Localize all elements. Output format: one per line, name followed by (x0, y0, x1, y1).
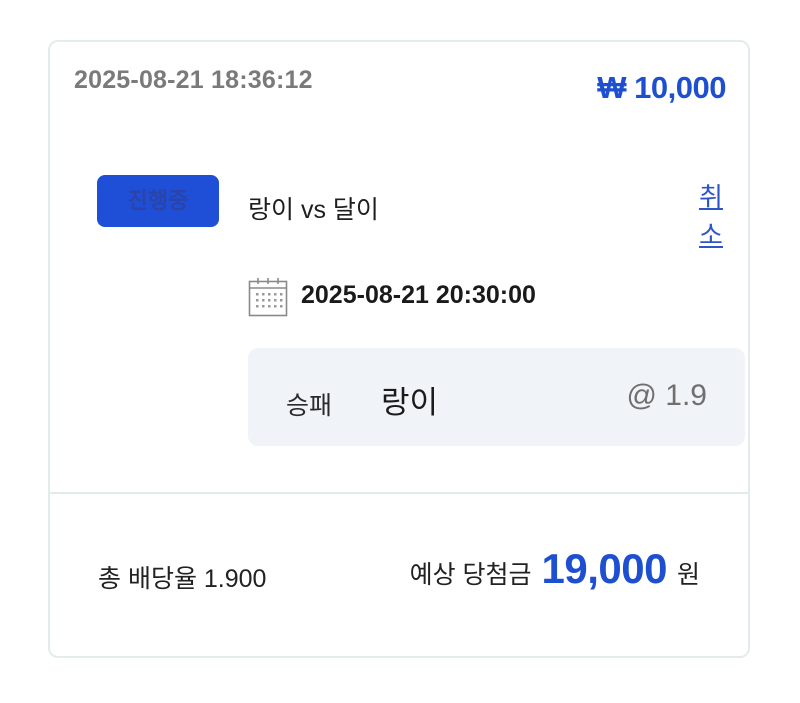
match-title: 랑이 vs 달이 (248, 196, 379, 224)
divider (50, 492, 748, 494)
total-odds: 총 배당율 1.900 (98, 565, 267, 593)
payout-label: 예상 당첨금 (409, 561, 532, 589)
bet-placed-time: 2025-08-21 18:36:12 (74, 66, 313, 94)
pick-box: 승패 랑이 @ 1.9 (248, 348, 745, 446)
calendar-icon (248, 278, 288, 317)
status-badge: 진행중 (97, 175, 219, 227)
pick-label: 랑이 (381, 385, 439, 420)
bet-card: 2025-08-21 18:36:12 ₩ 10,000 진행중 랑이 vs 달… (48, 40, 750, 658)
market-label: 승패 (286, 392, 333, 420)
payout-unit: 원 (676, 561, 700, 589)
cancel-link[interactable]: 취소 (696, 178, 726, 254)
expected-payout: 예상 당첨금 19,000 원 (410, 545, 700, 593)
odds-value: @ 1.9 (626, 379, 708, 412)
match-datetime: 2025-08-21 20:30:00 (301, 281, 536, 309)
payout-value: 19,000 (541, 545, 668, 592)
bet-amount: ₩ 10,000 (597, 70, 726, 105)
